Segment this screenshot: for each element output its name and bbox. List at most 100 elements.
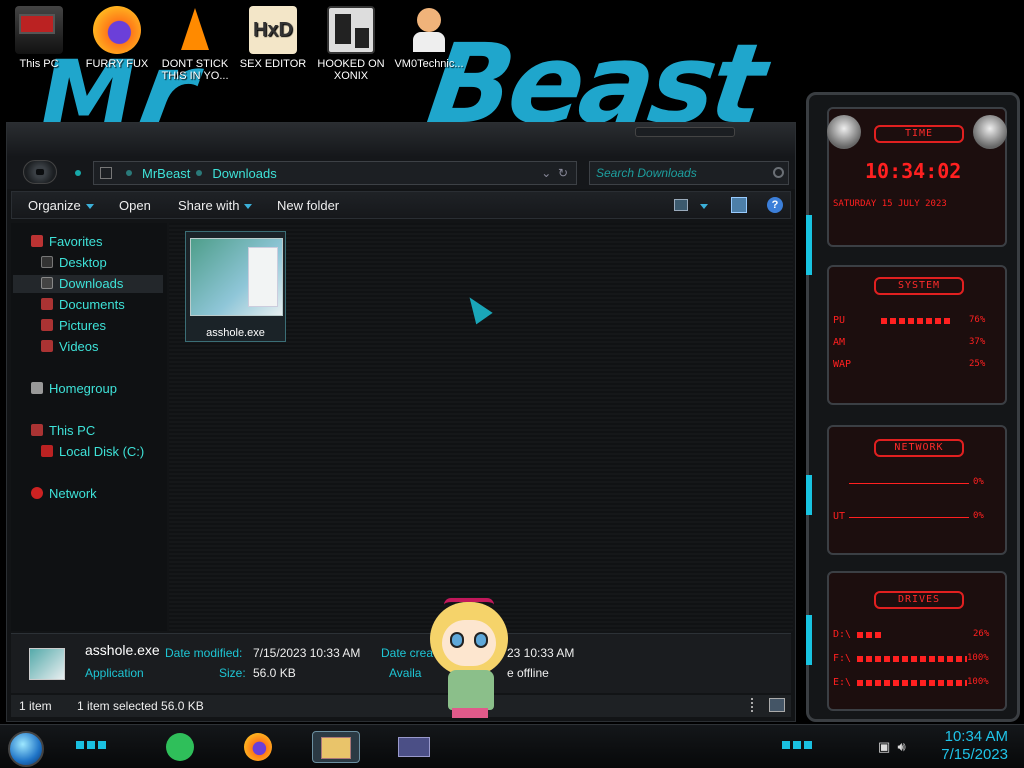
breadcrumb-mrbeast[interactable]: MrBeast bbox=[142, 166, 190, 181]
details-view-icon[interactable] bbox=[751, 698, 759, 712]
large-icons-view-icon[interactable] bbox=[769, 698, 785, 712]
sidebar-item-downloads[interactable]: Downloads bbox=[13, 275, 163, 293]
gadget-time-section: TIME 10:34:02 SATURDAY 15 JULY 2023 bbox=[827, 107, 1007, 247]
date-modified-label: Date modified: bbox=[165, 646, 243, 660]
firefox-icon bbox=[93, 6, 141, 54]
breadcrumb-downloads[interactable]: Downloads bbox=[212, 166, 276, 181]
alien-head-icon bbox=[973, 115, 1007, 149]
drive-e-label: E:\ bbox=[833, 677, 852, 688]
sidebar-item-homegroup[interactable]: Homegroup bbox=[31, 380, 117, 398]
open-button[interactable]: Open bbox=[119, 198, 151, 213]
forward-button[interactable] bbox=[75, 170, 81, 176]
sidebar-item-desktop[interactable]: Desktop bbox=[41, 254, 107, 272]
window-titlebar[interactable] bbox=[7, 123, 795, 157]
xonix-game-icon bbox=[327, 6, 375, 54]
file-item[interactable]: asshole.exe bbox=[185, 231, 286, 342]
sidebar-item-label: Favorites bbox=[49, 234, 103, 249]
hex-editor-icon: HxD bbox=[249, 6, 297, 54]
taskbar-file-explorer[interactable] bbox=[312, 731, 360, 763]
pictures-icon bbox=[41, 319, 53, 331]
desktop-icon-label: VM0Technic... bbox=[394, 58, 464, 70]
sidebar-item-this-pc[interactable]: This PC bbox=[31, 422, 95, 440]
sidebar-item-label: Desktop bbox=[59, 255, 107, 270]
explorer-window: MrBeast Downloads ⌄ ↻ Search Downloads O… bbox=[6, 122, 796, 722]
start-button[interactable] bbox=[8, 731, 44, 767]
desktop-icon-dont-stick[interactable]: DONT STICK THIS IN YO... bbox=[156, 6, 234, 82]
desktop-icon-sex-editor[interactable]: HxD SEX EDITOR bbox=[234, 6, 312, 70]
network-in-value: 0% bbox=[973, 477, 984, 487]
desktop-icon-this-pc[interactable]: This PC bbox=[0, 6, 78, 70]
sidebar-item-local-disk[interactable]: Local Disk (C:) bbox=[41, 443, 144, 461]
network-out-value: 0% bbox=[973, 511, 984, 521]
sidebar-item-label: Downloads bbox=[59, 276, 124, 291]
desktop-icon-label: HOOKED ON XONIX bbox=[317, 58, 385, 82]
drive-d-bar bbox=[857, 632, 881, 638]
new-folder-button[interactable]: New folder bbox=[277, 198, 339, 213]
share-with-button[interactable]: Share with bbox=[178, 198, 253, 213]
sidebar-item-label: Videos bbox=[59, 339, 99, 354]
chevron-down-icon[interactable] bbox=[700, 204, 708, 209]
preview-pane-icon[interactable] bbox=[731, 197, 747, 213]
taskbar-notes-app[interactable] bbox=[162, 731, 198, 763]
search-input[interactable]: Search Downloads bbox=[589, 161, 789, 185]
organize-button[interactable]: Organize bbox=[28, 198, 94, 213]
application-icon bbox=[29, 648, 65, 680]
drive-d-value: 26% bbox=[973, 629, 990, 639]
volume-icon[interactable]: 🔊︎ bbox=[898, 739, 906, 754]
sidebar-item-favorites[interactable]: Favorites bbox=[31, 233, 102, 251]
file-list[interactable]: asshole.exe bbox=[169, 223, 793, 631]
drive-f-value: 100% bbox=[967, 653, 989, 663]
system-monitor-gadget: TIME 10:34:02 SATURDAY 15 JULY 2023 SYST… bbox=[806, 92, 1020, 722]
sidebar-item-label: Homegroup bbox=[49, 381, 117, 396]
taskbar-window-app[interactable] bbox=[392, 731, 436, 763]
sidebar-item-videos[interactable]: Videos bbox=[41, 338, 99, 356]
cartoon-character-sticker bbox=[420, 598, 518, 722]
desktop-icon-furry-fux[interactable]: FURRY FUX bbox=[78, 6, 156, 70]
file-name: asshole.exe bbox=[206, 327, 265, 339]
sidebar-item-network[interactable]: Network bbox=[31, 485, 97, 503]
time-title: TIME bbox=[874, 125, 964, 143]
change-view-icon[interactable] bbox=[674, 199, 688, 211]
sidebar-item-label: This PC bbox=[49, 423, 96, 438]
cpu-label: PU bbox=[833, 315, 846, 326]
sidebar-item-pictures[interactable]: Pictures bbox=[41, 317, 106, 335]
gadget-system-section: SYSTEM PU 76% AM 37% WAP 25% bbox=[827, 265, 1007, 405]
taskbar-clock[interactable]: 10:34 AM 7/15/2023 bbox=[941, 728, 1008, 764]
gadget-accent bbox=[806, 475, 812, 515]
desktop-icon-label: DONT STICK THIS IN YO... bbox=[161, 58, 229, 82]
desktop-icon-vm0technic[interactable]: VM0Technic... bbox=[390, 6, 468, 70]
swap-value: 25% bbox=[969, 359, 986, 369]
sidebar-item-documents[interactable]: Documents bbox=[41, 296, 125, 314]
desktop-icon bbox=[41, 256, 53, 268]
back-button[interactable] bbox=[23, 160, 57, 184]
search-icon[interactable] bbox=[773, 167, 784, 178]
help-icon[interactable]: ? bbox=[767, 197, 783, 213]
technician-avatar-icon bbox=[405, 6, 453, 54]
breadcrumb-separator bbox=[196, 170, 203, 176]
homegroup-icon bbox=[31, 382, 43, 394]
gadget-clock: 10:34:02 bbox=[865, 159, 962, 183]
gadget-drives-section: DRIVES D:\ 26% F:\ 100% E:\ 100% bbox=[827, 571, 1007, 711]
navigation-bar: MrBeast Downloads ⌄ ↻ Search Downloads bbox=[7, 157, 795, 189]
details-pane: asshole.exe Application Date modified: 7… bbox=[11, 633, 791, 693]
taskbar-firefox[interactable] bbox=[240, 731, 276, 763]
item-count: 1 item bbox=[19, 699, 52, 713]
network-tray-icon[interactable]: ▣ bbox=[878, 739, 890, 754]
cpu-value: 76% bbox=[969, 315, 986, 325]
details-filename: asshole.exe bbox=[85, 642, 160, 658]
refresh-icon[interactable]: ⌄ ↻ bbox=[541, 166, 568, 180]
drive-f-bar bbox=[857, 656, 967, 662]
sidebar-item-label: Network bbox=[49, 486, 97, 501]
command-toolbar: Organize Open Share with New folder ? bbox=[11, 191, 791, 219]
desktop-icon-hooked-on-xonix[interactable]: HOOKED ON XONIX bbox=[312, 6, 390, 82]
size-value: 56.0 KB bbox=[253, 666, 296, 680]
address-bar[interactable]: MrBeast Downloads ⌄ ↻ bbox=[93, 161, 577, 185]
drive-e-bar bbox=[857, 680, 967, 686]
drive-d-label: D:\ bbox=[833, 629, 852, 640]
sidebar-item-label: Documents bbox=[59, 297, 125, 312]
details-type: Application bbox=[85, 666, 144, 680]
downloads-icon bbox=[41, 277, 53, 289]
sidebar-item-label: Local Disk (C:) bbox=[59, 444, 145, 459]
chevron-down-icon bbox=[85, 204, 94, 210]
cpu-bar bbox=[881, 318, 953, 324]
